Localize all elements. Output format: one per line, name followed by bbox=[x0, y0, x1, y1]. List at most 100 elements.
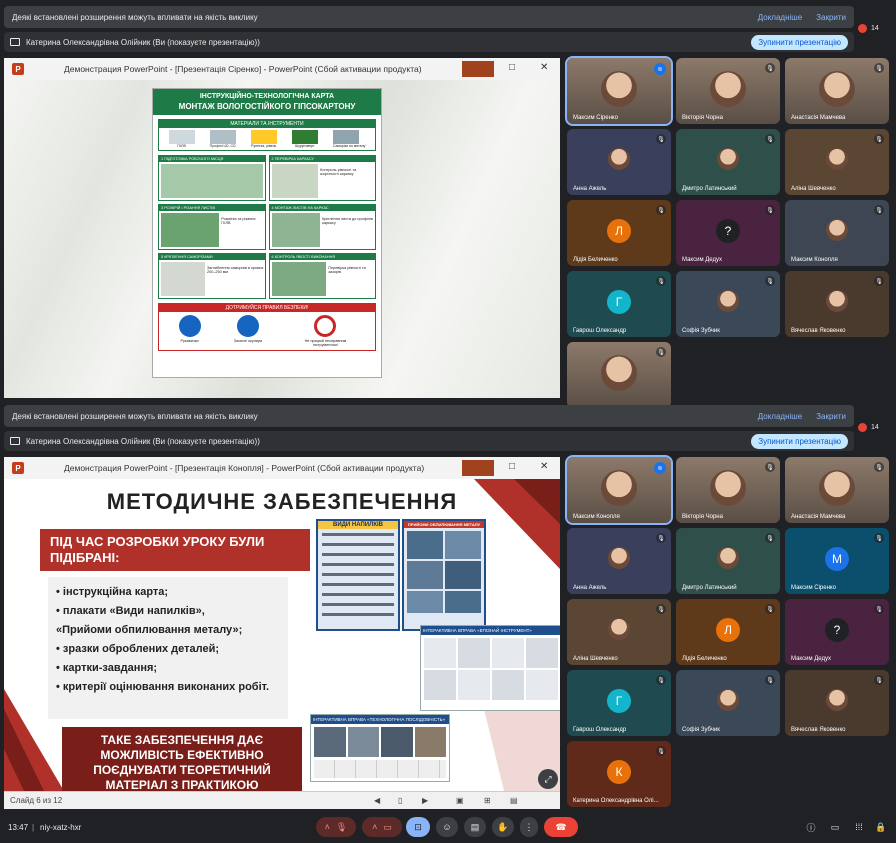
participant-tile[interactable]: Софія Зубчик 🎙 bbox=[676, 670, 780, 736]
participant-tile[interactable]: Вікторія Чорна 🎙 bbox=[676, 457, 780, 523]
participant-name: Анна Ажель bbox=[573, 186, 607, 192]
ppt-window-title: Демонстрация PowerPoint - [Презентація С… bbox=[64, 64, 422, 74]
mic-off-icon: 🎙 bbox=[874, 276, 884, 286]
close-warning-link[interactable]: Закрити bbox=[816, 13, 846, 22]
chat-button[interactable]: ▭ bbox=[826, 817, 844, 837]
present-icon: ⊡ bbox=[414, 821, 422, 832]
participant-tile[interactable]: Дмитро Латинський 🎙 bbox=[676, 528, 780, 594]
notification-dot-icon bbox=[858, 23, 867, 33]
participant-tile[interactable]: Софія Зубчик 🎙 bbox=[676, 271, 780, 337]
participant-tile[interactable]: ? Максим Дедух 🎙 bbox=[785, 599, 889, 665]
material-item: Профілі UD, CD bbox=[209, 130, 236, 148]
separator: | bbox=[32, 823, 35, 832]
participant-tile[interactable]: Г Гаврош Олександр 🎙 bbox=[567, 670, 671, 736]
chat-icon: ▭ bbox=[830, 821, 840, 832]
participant-photo bbox=[601, 470, 637, 506]
participant-tile[interactable]: Максим Сіренко ≋ bbox=[565, 56, 673, 126]
extensions-warning-bar: Деякі встановлені розширення можуть впли… bbox=[4, 405, 854, 427]
mic-off-icon: 🎙 bbox=[765, 462, 775, 472]
present-button[interactable]: ⊡ bbox=[406, 817, 430, 837]
stop-presenting-button[interactable]: Зупинити презентацію bbox=[751, 433, 848, 449]
camera-toggle-button[interactable]: ˄ ▭ bbox=[362, 817, 402, 837]
interactive-card-1: ІНТЕРАКТИВНА ВПРАВА «ВПІЗНАЙ ІНСТРУМЕНТ» bbox=[420, 625, 560, 711]
participant-tile[interactable]: Анастасія Мамчева 🎙 bbox=[785, 457, 889, 523]
speaking-indicator-icon: ≋ bbox=[654, 462, 666, 474]
participant-name: Максим Дедух bbox=[682, 257, 723, 263]
safety-item: Рукавички bbox=[178, 315, 201, 347]
minimize-button[interactable] bbox=[462, 61, 494, 77]
participant-tile[interactable]: Анна Ажель 🎙 bbox=[567, 528, 671, 594]
participant-name: Максим Конопля bbox=[573, 514, 620, 520]
participant-tile[interactable]: Л Лідія Беличенко 🎙 bbox=[676, 599, 780, 665]
participant-tile[interactable]: Максим Конопля 🎙 bbox=[785, 200, 889, 266]
participant-avatar: ? bbox=[716, 219, 740, 243]
activities-button[interactable]: ⁞⁞⁞ bbox=[850, 817, 868, 837]
participant-tile[interactable]: К Катерина Олександрівна Олі... 🎙 bbox=[567, 741, 671, 807]
chevron-up-icon[interactable]: ˄ bbox=[325, 822, 330, 832]
list-item: • критерії оцінювання виконаних робіт. bbox=[56, 681, 270, 693]
participant-photo bbox=[717, 148, 739, 170]
participant-tile[interactable]: Максим Конопля ≋ bbox=[565, 455, 673, 525]
chevron-up-icon[interactable]: ˄ bbox=[372, 822, 377, 832]
participant-tile[interactable]: Вікторія Чорна 🎙 bbox=[676, 58, 780, 124]
details-link[interactable]: Докладніше bbox=[758, 412, 802, 421]
mic-toggle-button[interactable]: ˄ 🎙 bbox=[316, 817, 356, 837]
next-slide-icon[interactable]: ▶ bbox=[422, 796, 428, 805]
participant-tile[interactable]: Г Гаврош Олександр 🎙 bbox=[567, 271, 671, 337]
close-warning-link[interactable]: Закрити bbox=[816, 412, 846, 421]
participant-tile[interactable]: Анастасія Мамчева 🎙 bbox=[785, 58, 889, 124]
extensions-warning-bar: Деякі встановлені розширення можуть впли… bbox=[4, 6, 854, 28]
stop-presenting-button[interactable]: Зупинити презентацію bbox=[751, 34, 848, 50]
details-link[interactable]: Докладніше bbox=[758, 13, 802, 22]
close-window-icon[interactable]: ✕ bbox=[540, 461, 548, 472]
people-badge[interactable]: 14 bbox=[858, 417, 892, 437]
present-screen-icon bbox=[10, 38, 20, 46]
mic-off-icon: 🎙 bbox=[765, 134, 775, 144]
participant-name: Максим Сіренко bbox=[791, 585, 836, 591]
slide-sorter-icon[interactable]: ▯ bbox=[398, 796, 402, 805]
reactions-button[interactable]: ☺ bbox=[436, 817, 458, 837]
participant-photo bbox=[826, 689, 848, 711]
participant-tile[interactable]: Дмитро Латинський 🎙 bbox=[676, 129, 780, 195]
list-item: • інструкційна карта; bbox=[56, 586, 169, 598]
prev-slide-icon[interactable]: ◀ bbox=[374, 796, 380, 805]
mic-off-icon: 🎙 bbox=[656, 205, 666, 215]
participant-photo bbox=[826, 148, 848, 170]
participant-avatar: К bbox=[607, 760, 631, 784]
people-badge[interactable]: 14 bbox=[858, 18, 892, 38]
participant-tile[interactable]: М Максим Сіренко 🎙 bbox=[785, 528, 889, 594]
captions-button[interactable]: ▤ bbox=[464, 817, 486, 837]
slide-title: МЕТОДИЧНЕ ЗАБЕЗПЕЧЕННЯ bbox=[106, 489, 458, 514]
participant-tile[interactable]: Вячеслав Яковенко 🎙 bbox=[785, 271, 889, 337]
participant-avatar: Г bbox=[607, 689, 631, 713]
maximize-icon[interactable]: □ bbox=[509, 62, 515, 73]
more-options-button[interactable]: ⋮ bbox=[520, 817, 538, 837]
maximize-icon[interactable]: □ bbox=[509, 461, 515, 472]
participant-tile[interactable]: Л Лідія Беличенко 🎙 bbox=[567, 200, 671, 266]
info-icon: ⓘ bbox=[806, 822, 816, 833]
normal-view-icon[interactable]: ▣ bbox=[456, 796, 464, 805]
participant-tile[interactable]: Аліна Шевченко 🎙 bbox=[785, 129, 889, 195]
leave-call-button[interactable]: ☎ bbox=[544, 817, 578, 837]
host-controls-button[interactable]: 🔒 bbox=[872, 817, 890, 837]
participant-tile[interactable]: Анна Ажель 🎙 bbox=[567, 129, 671, 195]
participant-tile[interactable]: Аліна Шевченко 🎙 bbox=[567, 599, 671, 665]
participant-name: Дмитро Латинський bbox=[682, 186, 737, 192]
mic-off-icon: 🎙 bbox=[874, 675, 884, 685]
participant-tile[interactable]: Вячеслав Яковенко 🎙 bbox=[785, 670, 889, 736]
slide-top: ІНСТРУКЦІЙНО-ТЕХНОЛОГІЧНА КАРТА МОНТАЖ В… bbox=[4, 80, 560, 398]
raise-hand-button[interactable]: ✋ bbox=[492, 817, 514, 837]
captions-icon: ▤ bbox=[470, 821, 480, 832]
reading-view-icon[interactable]: ▤ bbox=[510, 796, 518, 805]
ppt-titlebar: P Демонстрация PowerPoint - [Презентація… bbox=[4, 457, 560, 479]
close-window-icon[interactable]: ✕ bbox=[540, 62, 548, 73]
grid-view-icon[interactable]: ⊞ bbox=[484, 796, 491, 805]
meeting-info-button[interactable]: ⓘ bbox=[802, 817, 820, 837]
participant-tile[interactable]: 🎙 bbox=[567, 342, 671, 408]
slide-list: • інструкційна карта; • плакати «Види на… bbox=[48, 577, 288, 719]
ppt-statusbar: Слайд 6 из 12 ◀ ▯ ▶ ▣ ⊞ ▤ bbox=[4, 791, 560, 809]
minimize-button[interactable] bbox=[462, 460, 494, 476]
participant-tile[interactable]: ? Максим Дедух 🎙 bbox=[676, 200, 780, 266]
participant-name: Софія Зубчик bbox=[682, 328, 720, 334]
expand-icon[interactable]: ⤢ bbox=[538, 769, 558, 789]
